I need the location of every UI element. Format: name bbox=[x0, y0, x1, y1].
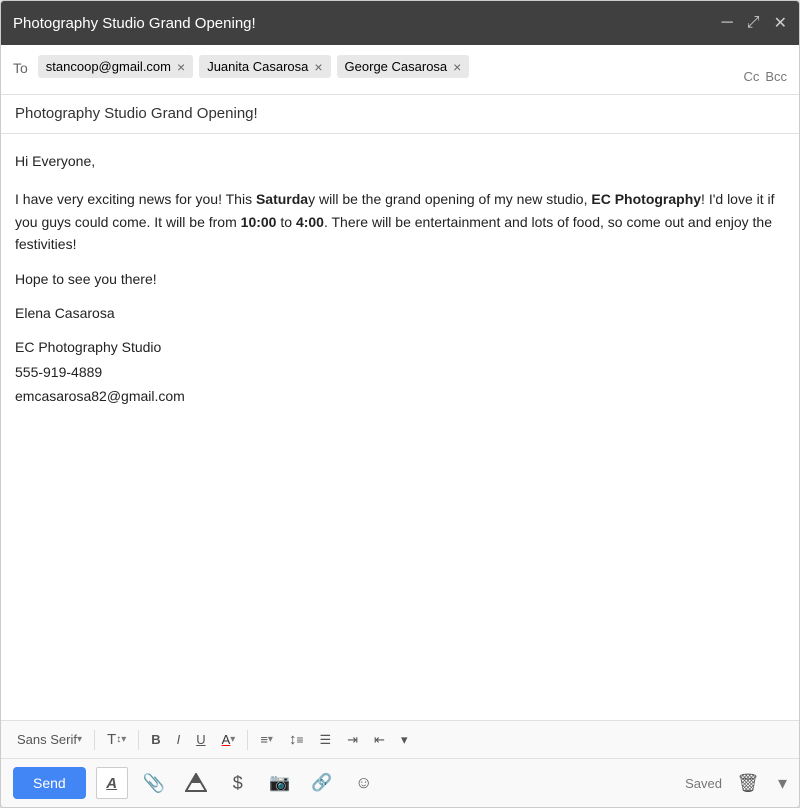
window-controls: ─ ⤢ ✕ bbox=[721, 13, 787, 33]
minimize-button[interactable]: ─ bbox=[721, 14, 732, 32]
maximize-button[interactable]: ⤢ bbox=[747, 14, 760, 32]
insert-link-button[interactable]: 🔗 bbox=[306, 767, 338, 799]
line-spacing-lines-icon: ≡ bbox=[296, 733, 303, 747]
body-paragraph-1: I have very exciting news for you! This … bbox=[15, 188, 785, 255]
emoji-icon: ☺ bbox=[355, 773, 372, 793]
attach-button[interactable]: 📎 bbox=[138, 767, 170, 799]
underline-button[interactable]: U bbox=[190, 728, 211, 751]
italic-button[interactable]: I bbox=[171, 728, 187, 751]
to-label: To bbox=[13, 60, 28, 76]
align-button[interactable]: ≡ ▾ bbox=[254, 728, 279, 751]
cc-bcc-area: Cc Bcc bbox=[731, 69, 787, 84]
font-size-arrow: ▾ bbox=[121, 734, 126, 745]
window-title: Photography Studio Grand Opening! bbox=[13, 15, 256, 32]
body-paragraph-4: EC Photography Studio bbox=[15, 336, 785, 358]
recipient-chip-3[interactable]: George Casarosa × bbox=[337, 55, 470, 78]
indent-in-icon: ⇥ bbox=[347, 732, 358, 748]
insert-photo-button[interactable]: 📷 bbox=[264, 767, 296, 799]
remove-recipient-3[interactable]: × bbox=[453, 60, 461, 74]
insert-money-button[interactable]: $ bbox=[222, 767, 254, 799]
title-bar: Photography Studio Grand Opening! ─ ⤢ ✕ bbox=[1, 1, 799, 45]
toolbar-divider-3 bbox=[247, 730, 248, 750]
formatting-toolbar: Sans Serif ▾ T↕ ▾ B I U A ▾ ≡ ▾ ↕≡ bbox=[1, 720, 799, 758]
bold-button[interactable]: B bbox=[145, 728, 166, 751]
body-greeting: Hi Everyone, bbox=[15, 150, 785, 172]
subject-row[interactable]: Photography Studio Grand Opening! bbox=[1, 95, 799, 134]
format-text-icon: A bbox=[106, 775, 117, 792]
indent-out-icon: ⇤ bbox=[374, 732, 385, 748]
remove-recipient-1[interactable]: × bbox=[177, 60, 185, 74]
money-icon: $ bbox=[233, 773, 243, 794]
insert-emoji-button[interactable]: ☺ bbox=[348, 767, 380, 799]
attach-icon: 📎 bbox=[142, 773, 164, 794]
format-text-button[interactable]: A bbox=[96, 767, 128, 799]
font-color-button[interactable]: A ▾ bbox=[216, 728, 242, 751]
cc-button[interactable]: Cc bbox=[743, 69, 759, 84]
recipient-name-2: Juanita Casarosa bbox=[207, 59, 308, 74]
line-spacing-icon: ↕ bbox=[289, 731, 297, 748]
body-paragraph-3: Elena Casarosa bbox=[15, 302, 785, 324]
recipient-name-1: stancoop@gmail.com bbox=[46, 59, 171, 74]
compose-window: Photography Studio Grand Opening! ─ ⤢ ✕ … bbox=[0, 0, 800, 808]
close-button[interactable]: ✕ bbox=[774, 13, 787, 33]
toolbar-more-button[interactable]: ▾ bbox=[395, 728, 414, 752]
bcc-button[interactable]: Bcc bbox=[765, 69, 787, 84]
font-color-arrow: ▾ bbox=[230, 734, 235, 745]
recipients-area: stancoop@gmail.com × Juanita Casarosa × … bbox=[38, 55, 732, 78]
toolbar-more-icon: ▾ bbox=[401, 732, 408, 748]
align-icon: ≡ bbox=[260, 732, 268, 747]
font-label: Sans Serif bbox=[17, 732, 77, 747]
saved-status: Saved bbox=[685, 776, 722, 791]
indent-in-button[interactable]: ⇥ bbox=[341, 728, 364, 752]
font-color-icon: A bbox=[222, 732, 231, 747]
font-size-button[interactable]: T↕ ▾ bbox=[101, 727, 132, 752]
underline-label: U bbox=[196, 732, 205, 747]
drive-button[interactable] bbox=[180, 767, 212, 799]
toolbar-divider-1 bbox=[94, 730, 95, 750]
recipient-name-3: George Casarosa bbox=[345, 59, 448, 74]
link-icon: 🔗 bbox=[311, 773, 332, 793]
delete-button[interactable]: 🗑 bbox=[732, 767, 764, 799]
font-size-icon: T bbox=[107, 731, 116, 748]
recipient-chip-2[interactable]: Juanita Casarosa × bbox=[199, 55, 330, 78]
italic-label: I bbox=[177, 732, 181, 747]
body-paragraph-6: emcasarosa82@gmail.com bbox=[15, 385, 785, 407]
footer-row: Send A 📎 $ 📷 🔗 ☺ Saved 🗑 ▾ bbox=[1, 758, 799, 807]
to-row: To stancoop@gmail.com × Juanita Casarosa… bbox=[1, 45, 799, 95]
recipient-chip-1[interactable]: stancoop@gmail.com × bbox=[38, 55, 193, 78]
send-button[interactable]: Send bbox=[13, 767, 86, 799]
footer-more-button[interactable]: ▾ bbox=[778, 773, 787, 794]
body-paragraph-2: Hope to see you there! bbox=[15, 268, 785, 290]
indent-out-button[interactable]: ⇤ bbox=[368, 728, 391, 752]
line-spacing-button[interactable]: ↕≡ bbox=[283, 727, 310, 752]
bullets-button[interactable]: ☰ bbox=[313, 728, 337, 752]
toolbar-divider-2 bbox=[138, 730, 139, 750]
bold-label: B bbox=[151, 732, 160, 747]
body-area[interactable]: Hi Everyone, I have very exciting news f… bbox=[1, 134, 799, 720]
align-arrow: ▾ bbox=[268, 734, 273, 745]
photo-icon: 📷 bbox=[269, 773, 290, 793]
subject-text: Photography Studio Grand Opening! bbox=[15, 105, 258, 122]
drive-icon bbox=[185, 773, 207, 793]
remove-recipient-2[interactable]: × bbox=[314, 60, 322, 74]
bullets-icon: ☰ bbox=[319, 732, 331, 748]
body-paragraph-5: 555-919-4889 bbox=[15, 361, 785, 383]
delete-icon: 🗑 bbox=[737, 773, 760, 794]
font-selector-button[interactable]: Sans Serif ▾ bbox=[11, 728, 88, 751]
font-dropdown-arrow: ▾ bbox=[77, 734, 82, 745]
